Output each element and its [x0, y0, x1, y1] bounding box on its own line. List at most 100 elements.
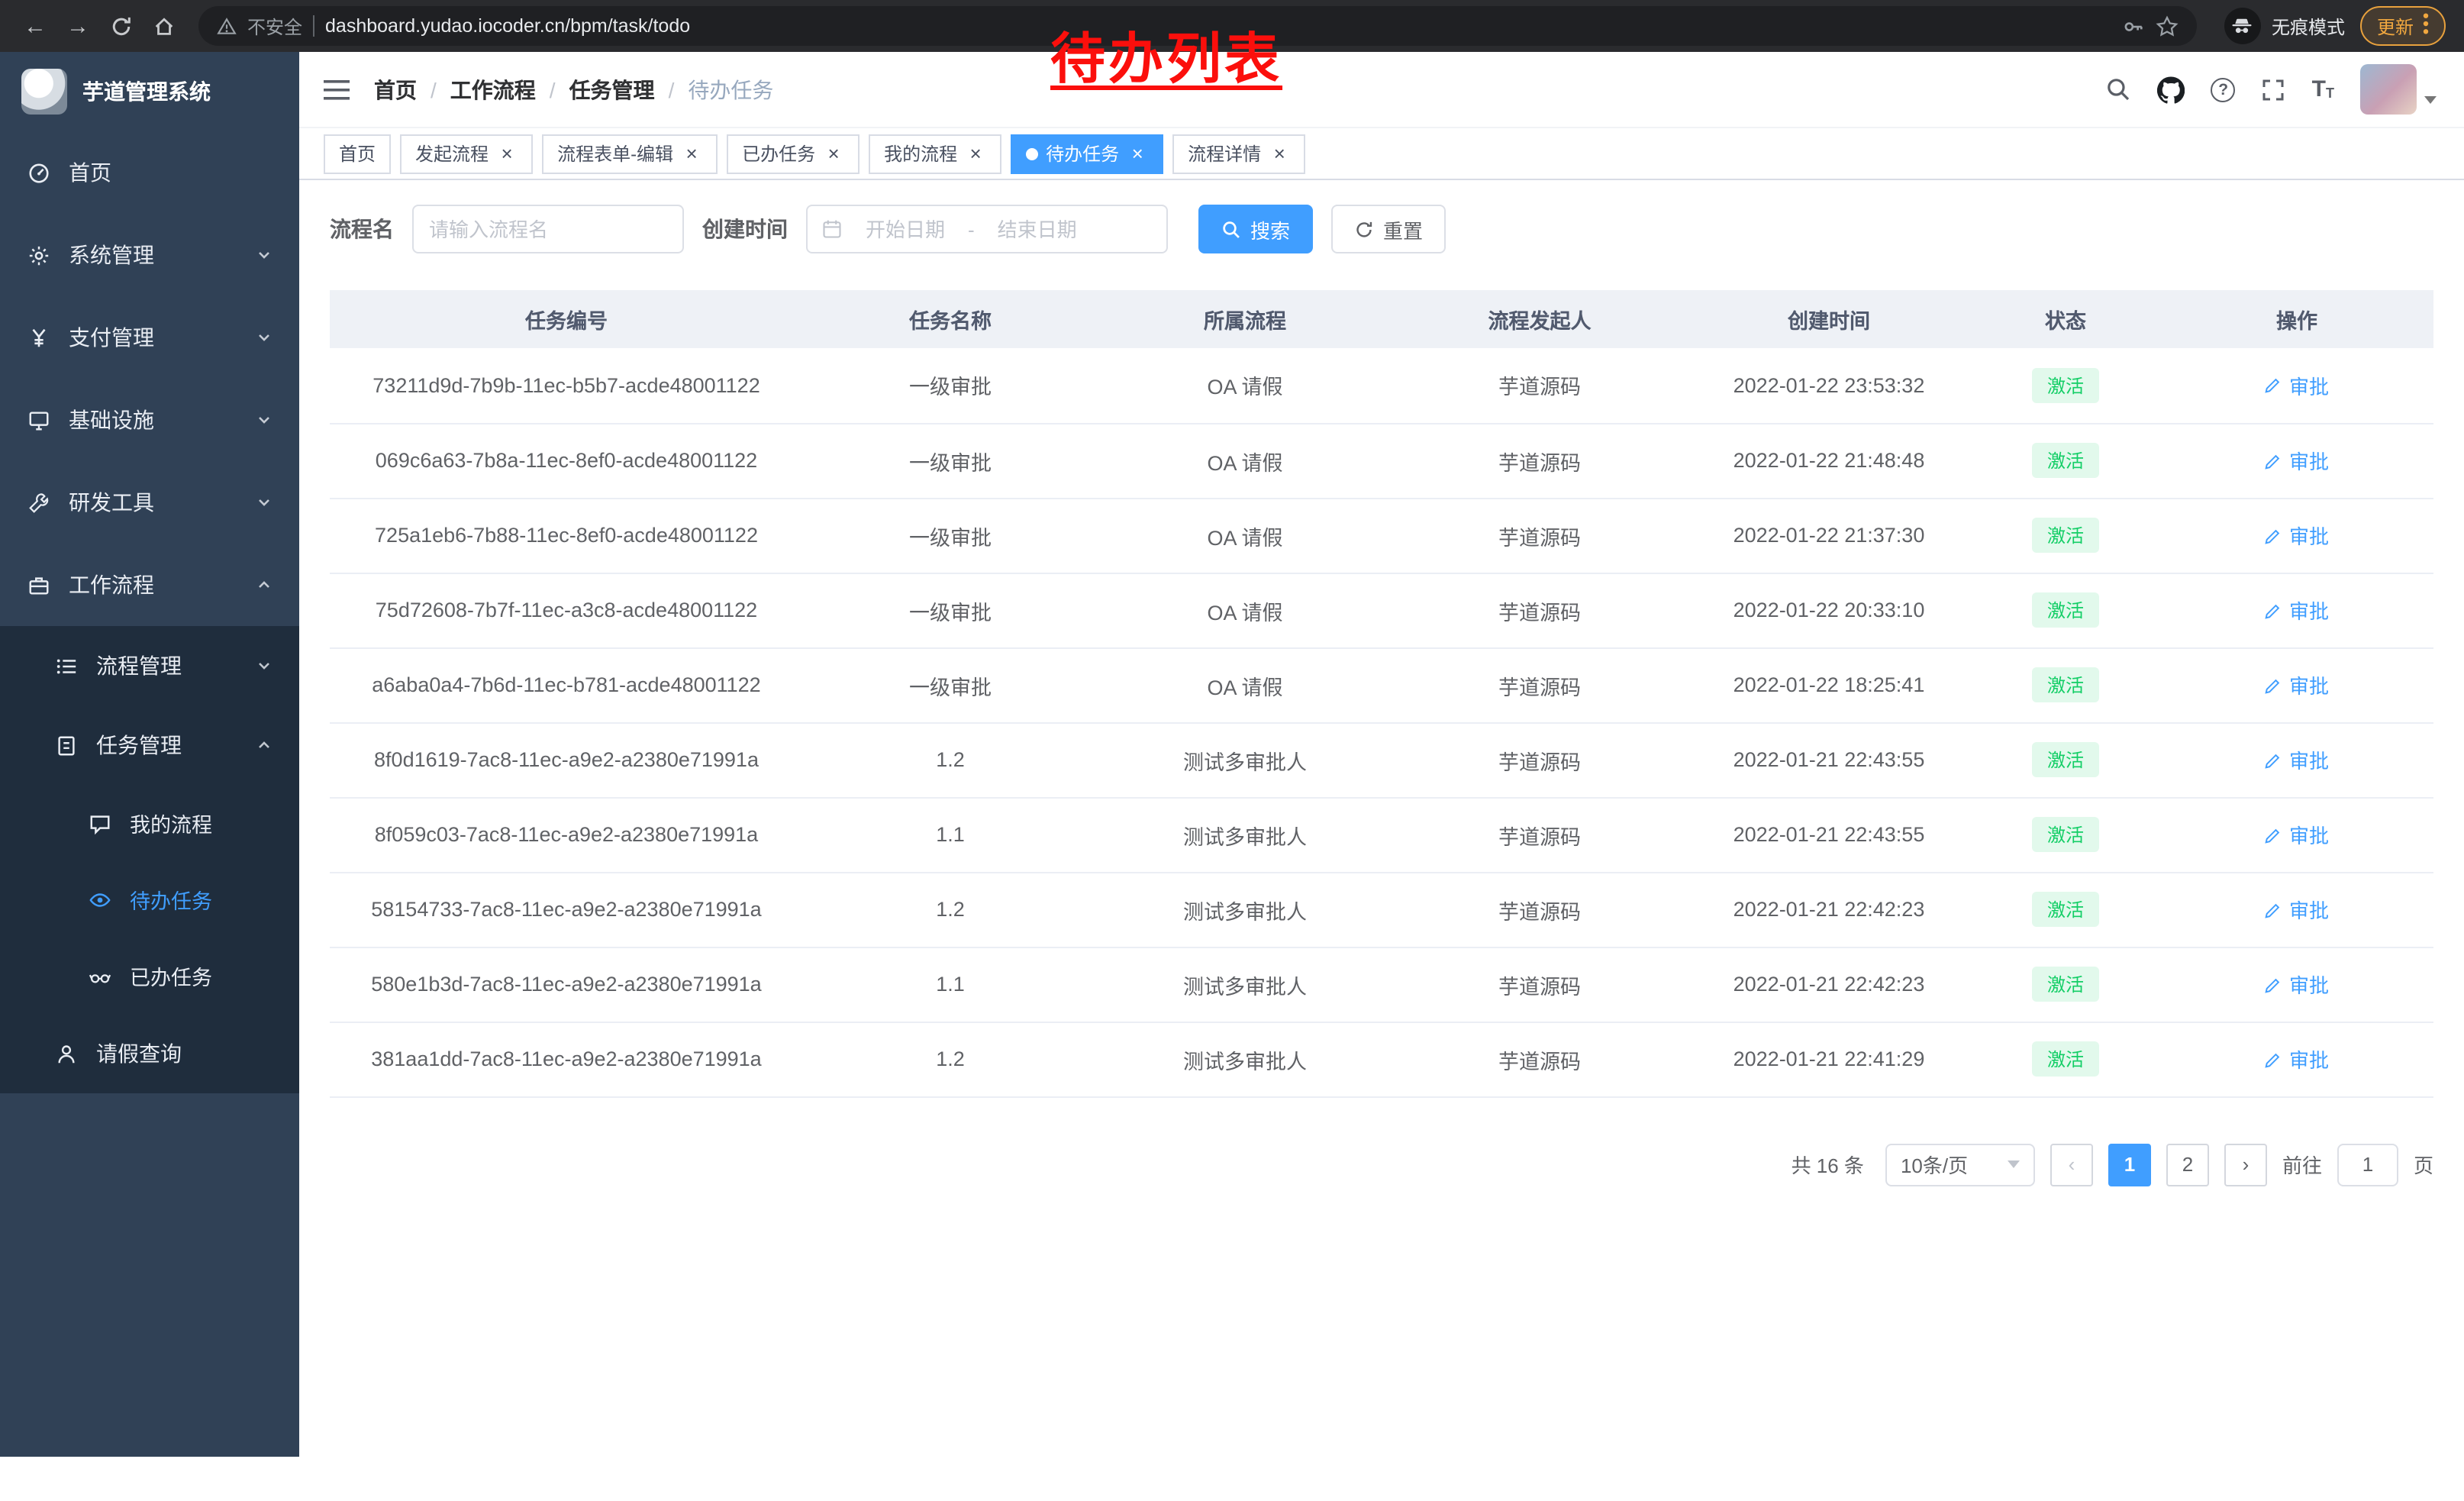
cell-task-name: 1.1 [803, 947, 1098, 1022]
page-button-2[interactable]: 2 [2166, 1143, 2209, 1186]
active-tab-dot [1026, 147, 1038, 160]
status-badge: 激活 [2032, 1041, 2099, 1077]
tab-my-process[interactable]: 我的流程 × [869, 134, 1001, 173]
close-icon[interactable]: × [1127, 143, 1148, 164]
reset-button[interactable]: 重置 [1331, 205, 1446, 253]
approve-link[interactable]: 审批 [2265, 895, 2329, 924]
search-button[interactable]: 搜索 [1198, 205, 1313, 253]
help-icon[interactable]: ? [2211, 77, 2236, 102]
page-size-select[interactable]: 10条/页 [1885, 1143, 2035, 1186]
sidebar-item-task-mgmt[interactable]: 任务管理 [0, 705, 299, 785]
sidebar-item-label: 已办任务 [130, 960, 212, 991]
approve-link[interactable]: 审批 [2265, 970, 2329, 999]
chevron-down-icon [256, 658, 272, 673]
approve-link[interactable]: 审批 [2265, 446, 2329, 475]
approve-link[interactable]: 审批 [2265, 371, 2329, 400]
star-icon[interactable] [2156, 15, 2179, 37]
approve-link[interactable]: 审批 [2265, 820, 2329, 849]
cell-initiator: 芋道源码 [1392, 498, 1687, 573]
reload-icon[interactable] [101, 6, 140, 46]
fullscreen-icon[interactable] [2262, 77, 2286, 102]
sidebar-item-devtools[interactable]: 研发工具 [0, 461, 299, 544]
tab-label: 待办任务 [1046, 140, 1119, 166]
process-name-input[interactable] [429, 218, 667, 240]
chevron-down-icon [256, 495, 272, 510]
table-row: 725a1eb6-7b88-11ec-8ef0-acde48001122 一级审… [330, 498, 2433, 573]
key-icon[interactable] [2122, 15, 2145, 37]
breadcrumb-task-mgmt[interactable]: 任务管理 [569, 74, 655, 105]
github-icon[interactable] [2158, 76, 2185, 103]
tab-todo-task[interactable]: 待办任务 × [1011, 134, 1163, 173]
update-button[interactable]: 更新 [2360, 6, 2446, 46]
browser-menu-icon[interactable] [2423, 12, 2429, 40]
chevron-up-icon [256, 738, 272, 753]
sidebar-item-payment[interactable]: 支付管理 [0, 296, 299, 379]
sidebar-item-todo-task[interactable]: 待办任务 [0, 861, 299, 938]
user-menu[interactable] [2360, 64, 2437, 115]
page-button-1[interactable]: 1 [2108, 1143, 2151, 1186]
approve-link[interactable]: 审批 [2265, 596, 2329, 625]
edit-icon [2265, 601, 2283, 619]
sidebar-item-label: 我的流程 [130, 808, 212, 838]
tab-label: 发起流程 [415, 140, 489, 166]
close-icon[interactable]: × [1269, 143, 1290, 164]
close-icon[interactable]: × [681, 143, 702, 164]
tab-process-detail[interactable]: 流程详情 × [1172, 134, 1305, 173]
sidebar-item-system[interactable]: 系统管理 [0, 214, 299, 296]
start-date-input[interactable] [850, 218, 960, 240]
cell-created: 2022-01-21 22:43:55 [1687, 722, 1971, 797]
table-row: a6aba0a4-7b6d-11ec-b781-acde48001122 一级审… [330, 647, 2433, 722]
update-label: 更新 [2377, 13, 2414, 39]
sidebar-item-infra[interactable]: 基础设施 [0, 379, 299, 461]
status-badge: 激活 [2032, 518, 2099, 553]
prev-page-button[interactable]: ‹ [2050, 1143, 2093, 1186]
font-size-icon[interactable]: TT [2312, 78, 2334, 101]
sidebar-item-workflow[interactable]: 工作流程 [0, 544, 299, 626]
goto-page-input[interactable] [2337, 1143, 2398, 1186]
col-process: 所属流程 [1098, 290, 1392, 348]
tab-form-edit[interactable]: 流程表单-编辑 × [542, 134, 718, 173]
sidebar-item-label: 支付管理 [69, 322, 154, 353]
cell-actions: 审批 [2160, 872, 2433, 947]
sidebar-item-process-mgmt[interactable]: 流程管理 [0, 626, 299, 705]
avatar[interactable] [2360, 64, 2417, 115]
sidebar-item-my-process[interactable]: 我的流程 [0, 785, 299, 861]
fold-menu-icon[interactable] [324, 79, 350, 100]
approve-link[interactable]: 审批 [2265, 745, 2329, 774]
cell-actions: 审批 [2160, 573, 2433, 647]
cell-process: 测试多审批人 [1098, 722, 1392, 797]
breadcrumb-workflow[interactable]: 工作流程 [450, 74, 536, 105]
back-icon[interactable]: ← [15, 6, 55, 46]
forward-icon[interactable]: → [58, 6, 98, 46]
end-date-input[interactable] [982, 218, 1092, 240]
status-badge: 激活 [2032, 667, 2099, 702]
date-range-picker[interactable]: - [806, 205, 1168, 253]
incognito-badge: 无痕模式 [2224, 8, 2345, 44]
status-badge: 激活 [2032, 368, 2099, 403]
goto-label: 前往 [2282, 1150, 2322, 1179]
list-icon [55, 654, 78, 677]
approve-link[interactable]: 审批 [2265, 1044, 2329, 1073]
sidebar-item-leave-query[interactable]: 请假查询 [0, 1014, 299, 1093]
approve-link[interactable]: 审批 [2265, 521, 2329, 550]
next-page-button[interactable]: › [2224, 1143, 2267, 1186]
close-icon[interactable]: × [823, 143, 844, 164]
cell-process: OA 请假 [1098, 498, 1392, 573]
sidebar-item-home[interactable]: 首页 [0, 131, 299, 214]
col-status: 状态 [1971, 290, 2160, 348]
search-icon[interactable] [2106, 76, 2132, 102]
approve-link[interactable]: 审批 [2265, 670, 2329, 699]
monitor-icon [27, 408, 50, 431]
sidebar-item-done-task[interactable]: 已办任务 [0, 938, 299, 1014]
app-logo-row[interactable]: 芋道管理系统 [0, 52, 299, 131]
tab-start-process[interactable]: 发起流程 × [400, 134, 533, 173]
cell-initiator: 芋道源码 [1392, 872, 1687, 947]
home-icon[interactable] [144, 6, 183, 46]
close-icon[interactable]: × [496, 143, 518, 164]
tab-done-task[interactable]: 已办任务 × [727, 134, 859, 173]
breadcrumb-home[interactable]: 首页 [374, 74, 417, 105]
close-icon[interactable]: × [965, 143, 986, 164]
tab-home[interactable]: 首页 [324, 134, 391, 173]
app-title: 芋道管理系统 [82, 76, 211, 107]
cell-task-name: 一级审批 [803, 423, 1098, 498]
